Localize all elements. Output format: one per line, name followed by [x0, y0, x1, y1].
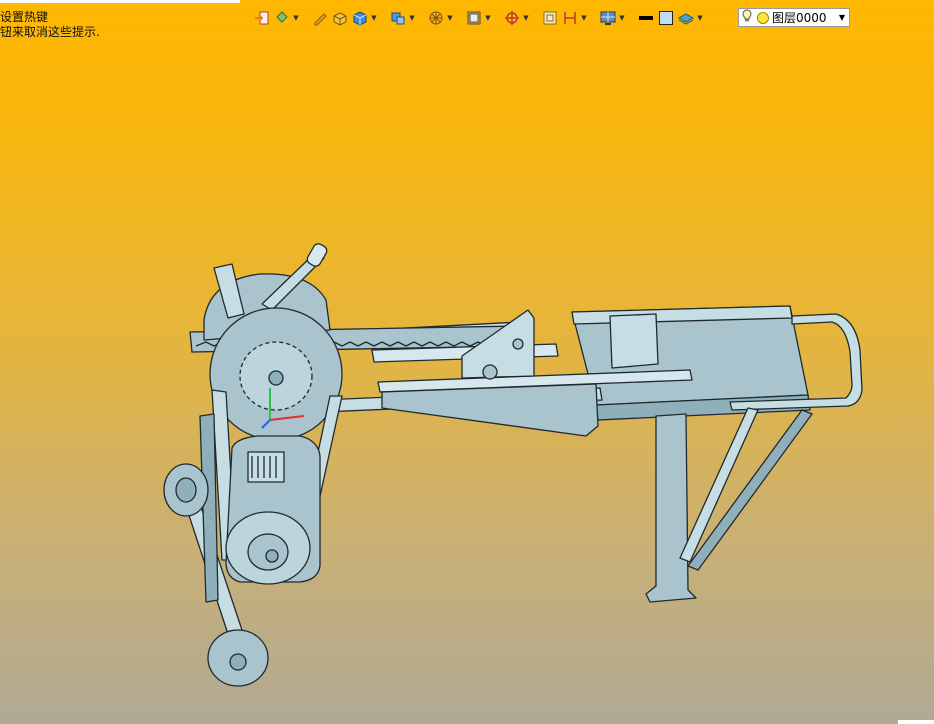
bracket-bolt — [512, 338, 524, 350]
large-pulley-hub — [268, 370, 284, 386]
bottom-right-strip — [898, 720, 934, 724]
rear-leg — [645, 413, 697, 603]
rear-brace-2 — [687, 409, 813, 571]
splitting-wedge — [609, 313, 659, 369]
roller-bolt — [482, 364, 498, 380]
motor-terminal-box — [247, 451, 285, 483]
pusher-plate — [381, 383, 599, 437]
cad-model-viewport[interactable] — [0, 0, 934, 724]
motor-shaft — [265, 549, 279, 563]
lower-wheel-inner — [229, 653, 247, 671]
upper-wheel-inner — [175, 477, 197, 503]
